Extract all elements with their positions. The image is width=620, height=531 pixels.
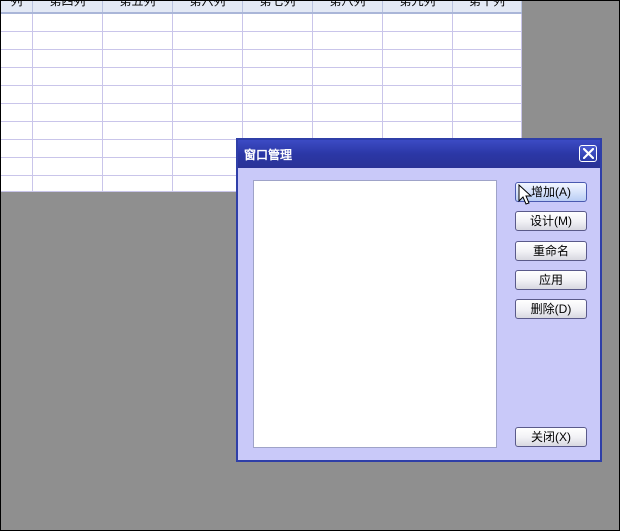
window-list[interactable] — [253, 180, 497, 448]
design-button[interactable]: 设计(M) — [515, 211, 587, 231]
grid-line — [1, 49, 522, 50]
window-manager-dialog: 窗口管理 增加(A) 设计(M) 重命名 应用 删除(D) 关闭(X) — [236, 138, 602, 462]
column-header[interactable]: 第九列 — [383, 0, 453, 12]
column-header-row: 列 第四列 第五列 第六列 第七列 第八列 第九列 第十列 — [1, 0, 522, 14]
grid-line — [1, 85, 522, 86]
close-button[interactable]: 关闭(X) — [515, 427, 587, 447]
apply-button[interactable]: 应用 — [515, 270, 587, 290]
column-header[interactable]: 列 — [1, 0, 33, 12]
column-header[interactable]: 第七列 — [243, 0, 313, 12]
grid-line — [1, 121, 522, 122]
column-header[interactable]: 第八列 — [313, 0, 383, 12]
column-header[interactable]: 第四列 — [33, 0, 103, 12]
delete-button[interactable]: 删除(D) — [515, 299, 587, 319]
close-icon[interactable] — [579, 145, 597, 162]
grid-line — [1, 67, 522, 68]
dialog-titlebar[interactable]: 窗口管理 — [238, 140, 600, 168]
dialog-title: 窗口管理 — [244, 148, 293, 162]
column-header[interactable]: 第十列 — [453, 0, 522, 12]
grid-line — [1, 31, 522, 32]
column-header[interactable]: 第六列 — [173, 0, 243, 12]
rename-button[interactable]: 重命名 — [515, 241, 587, 261]
column-header[interactable]: 第五列 — [103, 0, 173, 12]
grid-line — [1, 103, 522, 104]
mouse-cursor-icon — [518, 184, 532, 205]
